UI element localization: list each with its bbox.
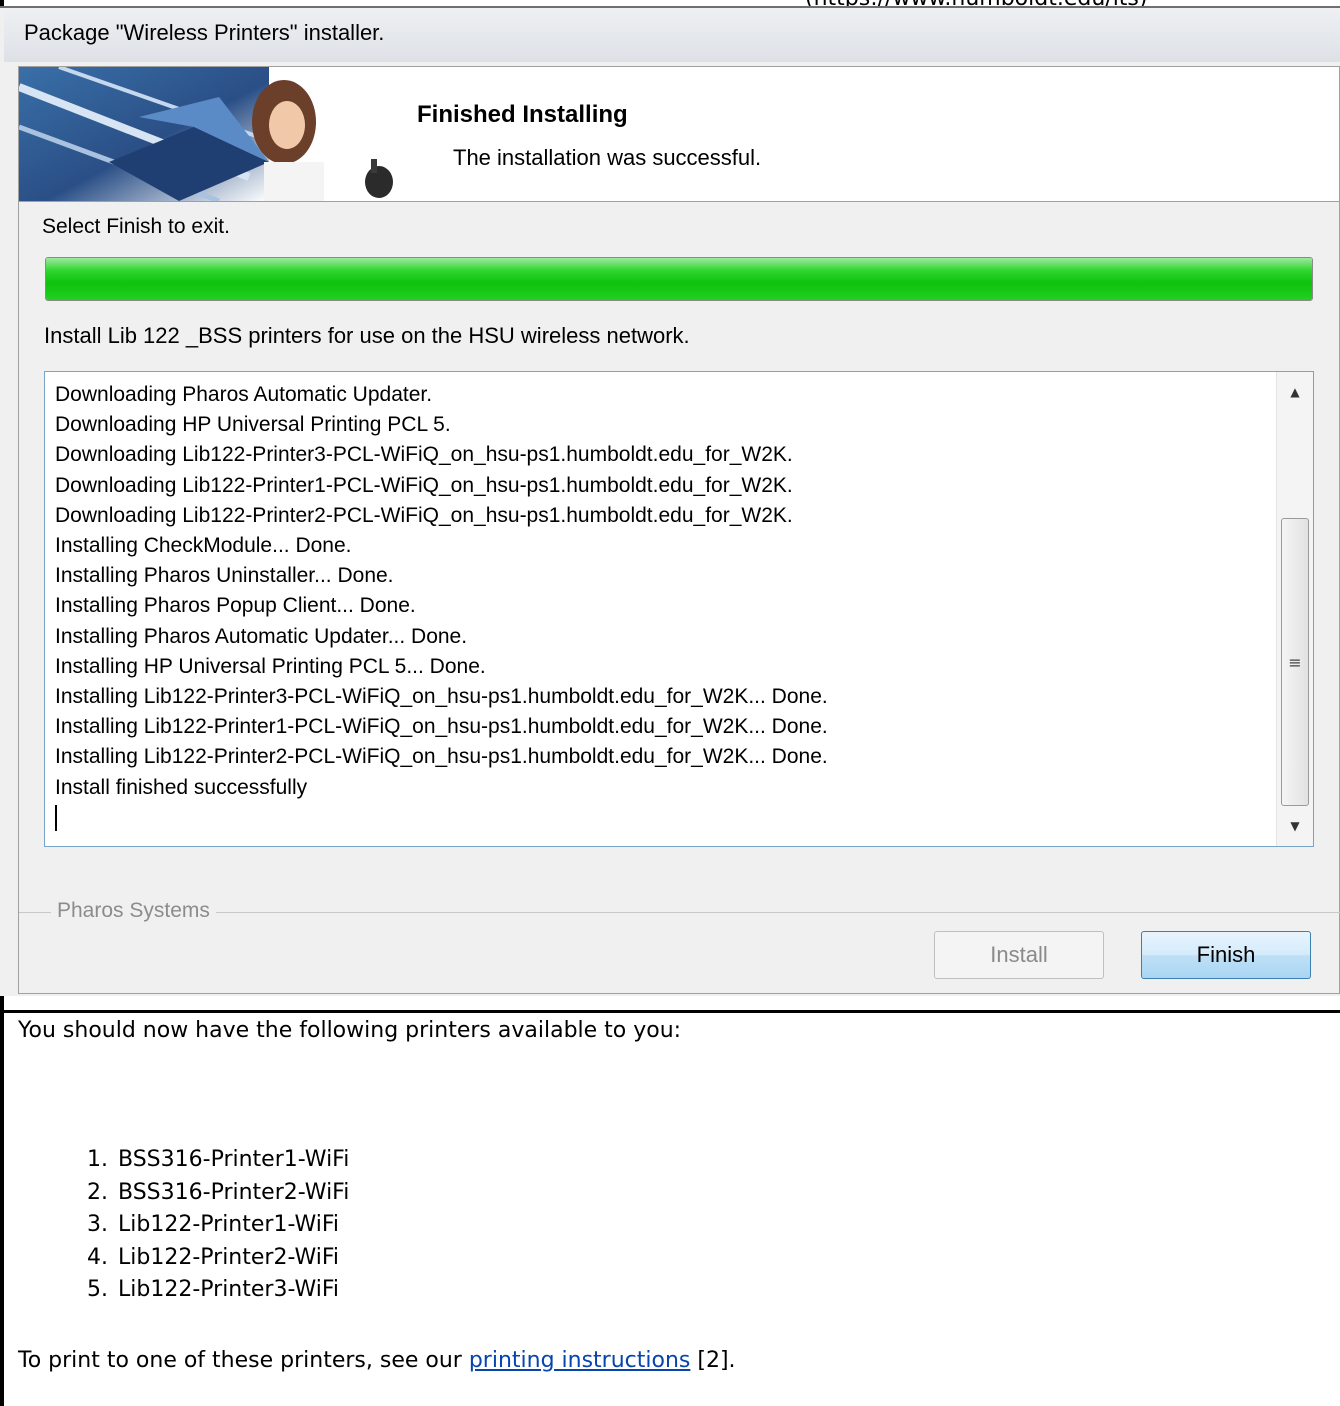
- log-line: Installing Lib122-Printer2-PCL-WiFiQ_on_…: [55, 745, 828, 769]
- log-line: Installing Pharos Automatic Updater... D…: [55, 624, 468, 648]
- page-divider: [0, 1010, 1340, 1013]
- printer-name: Lib122-Printer2-WiFi: [118, 1244, 340, 1270]
- log-line: Downloading Lib122-Printer1-PCL-WiFiQ_on…: [55, 473, 793, 497]
- list-item: 1. BSS316-Printer1-WiFi: [87, 1147, 350, 1172]
- banner-title: Finished Installing: [417, 101, 628, 128]
- banner-laptop-image: [19, 67, 409, 201]
- install-button[interactable]: Install: [934, 931, 1104, 979]
- log-line: Installing Lib122-Printer1-PCL-WiFiQ_on_…: [55, 715, 828, 739]
- installer-client-area: Finished Installing The installation was…: [18, 66, 1340, 994]
- log-line: Installing Lib122-Printer3-PCL-WiFiQ_on_…: [55, 685, 828, 709]
- install-log-textarea[interactable]: Downloading Pharos Automatic Updater. Dow…: [44, 371, 1314, 847]
- log-line: Downloading Lib122-Printer2-PCL-WiFiQ_on…: [55, 503, 793, 527]
- printer-name: Lib122-Printer1-WiFi: [118, 1212, 340, 1237]
- progress-bar: [45, 257, 1313, 301]
- list-item: 5. Lib122-Printer3-WiFi: [87, 1277, 340, 1302]
- printer-name: Lib122-Printer3-WiFi: [118, 1277, 340, 1302]
- log-scrollbar[interactable]: ▲ ≡ ▼: [1276, 372, 1313, 846]
- log-line: Downloading Pharos Automatic Updater.: [55, 383, 433, 406]
- instruction-text: Select Finish to exit.: [42, 215, 230, 238]
- printer-list: 1. BSS316-Printer1-WiFi 2. BSS316-Printer2…: [0, 1144, 349, 1307]
- scroll-down-arrow-icon[interactable]: ▼: [1277, 806, 1313, 846]
- log-line: Installing HP Universal Printing PCL 5..…: [55, 654, 486, 678]
- finish-button[interactable]: Finish: [1141, 931, 1311, 979]
- printers-intro-text: You should now have the following printe…: [18, 1018, 682, 1043]
- install-log-lines: Downloading Pharos Automatic Updater. Dow…: [55, 380, 828, 833]
- printing-instructions-text: To print to one of these printers, see o…: [18, 1348, 736, 1373]
- title-bar[interactable]: Package "Wireless Printers" installer.: [4, 8, 1340, 62]
- list-item: 4. Lib122-Printer2-WiFi: [87, 1244, 340, 1270]
- installer-window: Package "Wireless Printers" installer. F…: [0, 6, 1340, 996]
- group-divider: [19, 912, 1340, 913]
- list-item: 3. Lib122-Printer1-WiFi: [87, 1212, 340, 1237]
- log-line: Downloading Lib122-Printer3-PCL-WiFiQ_on…: [55, 443, 793, 467]
- package-description: Install Lib 122 _BSS printers for use on…: [44, 323, 690, 348]
- log-line: Installing CheckModule... Done.: [55, 534, 352, 558]
- log-line: Install finished successfully: [55, 775, 308, 799]
- banner-subtitle: The installation was successful.: [453, 145, 762, 170]
- progress-bar-fill: [46, 258, 1312, 300]
- window-title: Package "Wireless Printers" installer.: [24, 20, 385, 45]
- list-item: 2. BSS316-Printer2-WiFi: [87, 1179, 350, 1205]
- printer-name: BSS316-Printer2-WiFi: [118, 1179, 350, 1205]
- log-line: Installing Pharos Popup Client... Done.: [55, 594, 416, 618]
- scroll-thumb[interactable]: ≡: [1281, 518, 1309, 806]
- header-banner: Finished Installing The installation was…: [19, 67, 1339, 202]
- log-line: Installing Pharos Uninstaller... Done.: [55, 564, 394, 588]
- scroll-up-arrow-icon[interactable]: ▲: [1277, 372, 1313, 412]
- log-line: Downloading HP Universal Printing PCL 5.: [55, 413, 451, 437]
- printer-name: BSS316-Printer1-WiFi: [118, 1147, 350, 1172]
- text-caret: [55, 803, 828, 833]
- printing-instructions-link[interactable]: printing instructions: [469, 1348, 691, 1373]
- group-label: Pharos Systems: [51, 899, 216, 923]
